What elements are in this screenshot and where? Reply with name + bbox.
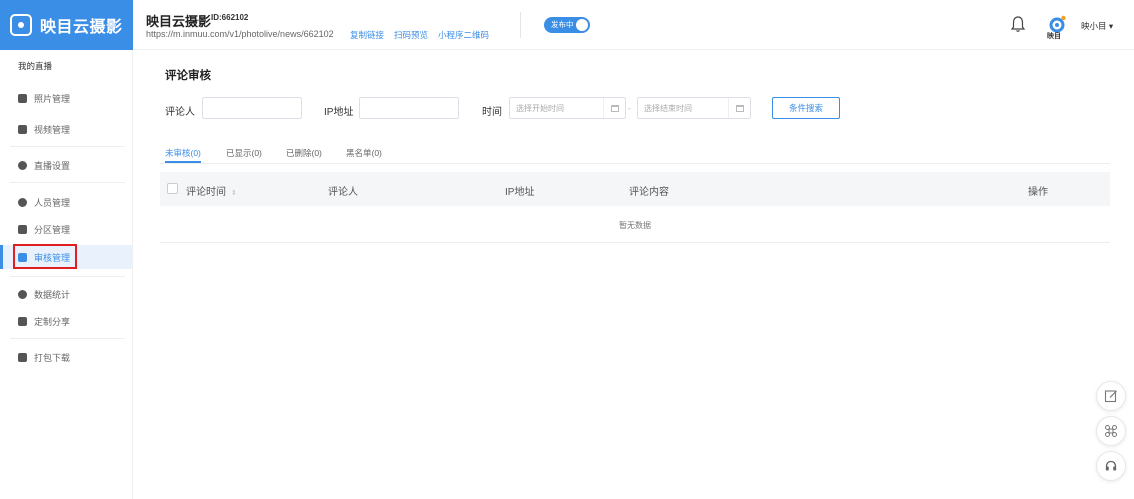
user-menu[interactable]: 映小目 ▾ — [1081, 20, 1113, 32]
calendar-icon — [603, 98, 625, 118]
sidebar: 我的直播 照片管理 视频管理 直播设置 人员管理 分区管理 审核管理 数据统计 … — [0, 50, 133, 499]
album-name: 映目云摄影 — [146, 14, 212, 29]
divider — [520, 12, 521, 38]
sidebar-item-people[interactable]: 人员管理 — [0, 190, 132, 214]
settings-icon — [18, 160, 27, 170]
tab-deleted[interactable]: 已删除(0) — [286, 147, 322, 159]
divider — [10, 276, 125, 277]
ip-input[interactable] — [359, 97, 459, 119]
sidebar-item-review[interactable]: 审核管理 — [0, 245, 132, 269]
sort-icon[interactable]: ⇕ — [231, 189, 237, 197]
album-id: ID:662102 — [211, 13, 249, 22]
toggle-knob — [576, 19, 588, 31]
ip-label: IP地址 — [324, 107, 354, 118]
command-fab[interactable] — [1096, 416, 1126, 446]
sidebar-item-label: 视频管理 — [34, 124, 71, 135]
sidebar-item-label: 照片管理 — [34, 93, 71, 104]
calendar-icon — [728, 98, 750, 118]
logo[interactable]: 映目云摄影 — [0, 0, 133, 50]
sidebar-item-label: 定制分享 — [34, 316, 71, 327]
headset-icon — [1105, 460, 1117, 471]
user-icon — [18, 197, 27, 207]
sidebar-item-label: 数据统计 — [34, 289, 71, 300]
sidebar-item-share[interactable]: 定制分享 — [0, 309, 132, 333]
sidebar-item-label: 审核管理 — [34, 252, 71, 263]
start-date-input[interactable]: 选择开始时间 — [509, 97, 626, 119]
support-fab[interactable] — [1096, 451, 1126, 481]
review-icon — [18, 252, 27, 262]
column-comment-time[interactable]: 评论时间 ⇕ — [186, 183, 237, 198]
sidebar-item-videos[interactable]: 视频管理 — [0, 117, 132, 141]
sidebar-item-live-settings[interactable]: 直播设置 — [0, 153, 132, 177]
column-actions: 操作 — [1028, 187, 1048, 198]
logo-camera-icon — [10, 14, 32, 36]
tab-blacklist[interactable]: 黑名单(0) — [346, 147, 382, 159]
search-button[interactable]: 条件搜索 — [772, 97, 840, 119]
column-content: 评论内容 — [629, 187, 669, 198]
avatar-label: 映目 — [1047, 33, 1061, 40]
download-icon — [18, 352, 27, 362]
tab-unreviewed[interactable]: 未审核(0) — [165, 147, 201, 159]
publish-toggle[interactable]: 发布中 — [544, 17, 590, 33]
video-icon — [18, 124, 27, 134]
app-root: 映目云摄影 映目云摄影 ID:662102 https://m.inmuu.co… — [0, 0, 1134, 499]
table-header: 评论时间 ⇕ 评论人 IP地址 评论内容 操作 — [160, 172, 1110, 206]
sidebar-item-label: 直播设置 — [34, 160, 71, 171]
active-tab-indicator — [165, 161, 201, 163]
sidebar-item-download[interactable]: 打包下载 — [0, 345, 132, 369]
select-all-checkbox[interactable] — [167, 183, 178, 194]
date-separator: - — [628, 104, 631, 113]
album-url: https://m.inmuu.com/v1/photolive/news/66… — [146, 29, 334, 39]
sidebar-item-statistics[interactable]: 数据统计 — [0, 282, 132, 306]
publish-toggle-label: 发布中 — [551, 20, 574, 29]
start-date-placeholder: 选择开始时间 — [516, 103, 564, 113]
column-label: 评论时间 — [186, 187, 226, 198]
sidebar-item-label: 分区管理 — [34, 224, 71, 235]
commenter-input[interactable] — [202, 97, 302, 119]
copy-link-button[interactable]: 复制链接 — [350, 29, 384, 41]
scan-preview-button[interactable]: 扫码预览 — [394, 29, 428, 41]
command-icon — [1105, 425, 1117, 437]
partition-icon — [18, 224, 27, 234]
sidebar-item-label: 人员管理 — [34, 197, 71, 208]
sidebar-title: 我的直播 — [18, 61, 53, 71]
end-date-placeholder: 选择结束时间 — [644, 103, 692, 113]
tabs-divider — [160, 163, 1110, 164]
sidebar-item-photos[interactable]: 照片管理 — [0, 86, 132, 110]
tab-shown[interactable]: 已显示(0) — [226, 147, 262, 159]
time-label: 时间 — [482, 107, 502, 118]
end-date-input[interactable]: 选择结束时间 — [637, 97, 751, 119]
page-title: 评论审核 — [165, 70, 211, 82]
mini-program-qr-button[interactable]: 小程序二维码 — [438, 29, 489, 41]
image-icon — [18, 93, 27, 103]
chart-icon — [18, 289, 27, 299]
share-icon — [18, 316, 27, 326]
divider — [10, 182, 125, 183]
sidebar-item-partitions[interactable]: 分区管理 — [0, 217, 132, 241]
sidebar-item-label: 打包下载 — [34, 352, 71, 363]
edit-icon — [1104, 390, 1117, 403]
column-ip: IP地址 — [505, 187, 535, 198]
divider — [10, 146, 125, 147]
bell-icon[interactable] — [1010, 15, 1026, 33]
table-empty-row: 暂无数据 — [160, 206, 1110, 243]
top-bar: 映目云摄影 ID:662102 https://m.inmuu.com/v1/p… — [133, 0, 1134, 50]
edit-fab[interactable] — [1096, 381, 1126, 411]
commenter-label: 评论人 — [165, 107, 195, 118]
empty-text: 暂无数据 — [619, 221, 651, 230]
column-commenter: 评论人 — [328, 187, 358, 198]
logo-text: 映目云摄影 — [40, 19, 123, 36]
divider — [10, 338, 125, 339]
